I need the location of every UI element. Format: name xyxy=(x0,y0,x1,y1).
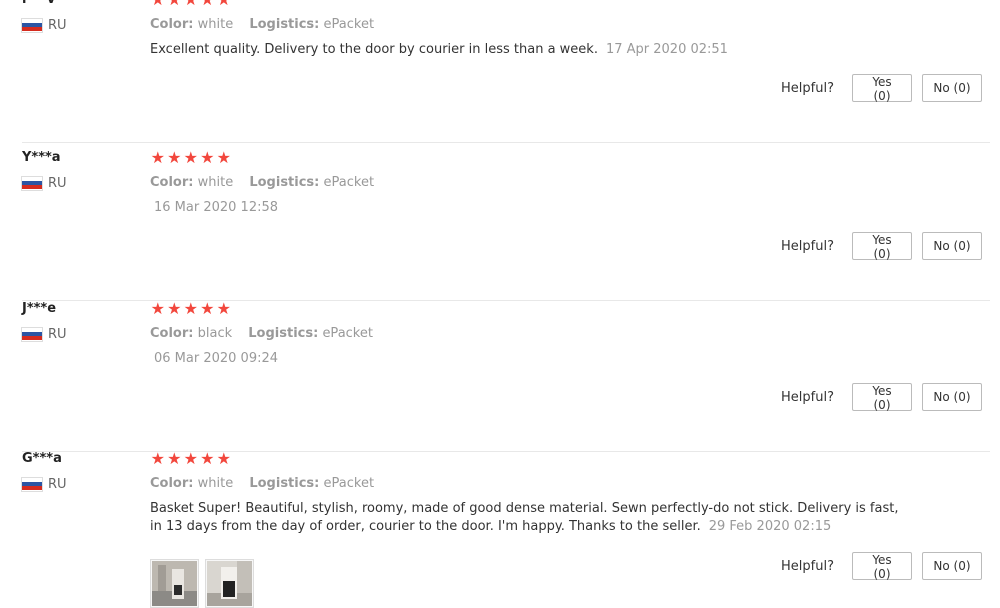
vote-no-button[interactable]: No (0) xyxy=(922,232,982,260)
review-photo-thumbnail[interactable] xyxy=(150,559,199,608)
review-item: G***a RU ★ ★ ★ ★ ★ Color: white Logistics: e… xyxy=(22,451,990,608)
logistics-label: Logistics: xyxy=(249,476,320,491)
review-date: 16 Mar 2020 12:58 xyxy=(154,200,279,215)
color-label: Color: xyxy=(150,326,194,341)
country-code: RU xyxy=(48,175,67,191)
helpful-label: Helpful? xyxy=(781,389,834,405)
review-photo-icon xyxy=(152,561,197,606)
color-value: white xyxy=(197,476,234,491)
ru-flag-icon xyxy=(22,18,42,32)
star-icon: ★ xyxy=(183,0,199,8)
review-photos xyxy=(150,559,254,608)
review-attributes: Color: white Logistics: ePacket xyxy=(150,475,386,493)
star-icon: ★ xyxy=(167,148,182,167)
helpful-vote: Helpful? Yes (0) No (0) xyxy=(781,74,982,103)
vote-yes-button[interactable]: Yes (0) xyxy=(852,383,912,412)
star-rating: ★★★★★ xyxy=(150,451,232,467)
helpful-label: Helpful? xyxy=(781,238,834,254)
vote-no-button[interactable]: No (0) xyxy=(922,552,982,580)
helpful-label: Helpful? xyxy=(781,80,834,96)
color-value: white xyxy=(197,17,234,32)
vote-yes-button[interactable]: Yes (0) xyxy=(852,552,912,581)
country-code: RU xyxy=(48,17,67,33)
logistics-value: ePacket xyxy=(323,175,375,190)
review-text: Excellent quality. Delivery to the door … xyxy=(150,41,900,59)
reviewer-country: RU xyxy=(22,175,67,191)
reviewer-country: RU xyxy=(22,17,67,33)
vote-no-button[interactable]: No (0) xyxy=(922,74,982,102)
review-text: 16 Mar 2020 12:58 xyxy=(150,199,900,217)
reviewer-country: RU xyxy=(22,326,67,342)
star-icon: ★ xyxy=(200,299,215,318)
review-date: 06 Mar 2020 09:24 xyxy=(154,351,279,366)
logistics-label: Logistics: xyxy=(249,175,320,190)
helpful-vote: Helpful? Yes (0) No (0) xyxy=(781,383,982,412)
star-icon: ★ xyxy=(216,449,231,468)
reviewer-name: G***a xyxy=(22,451,62,466)
reviewer-country: RU xyxy=(22,476,67,492)
color-label: Color: xyxy=(150,476,194,491)
star-icon: ★ xyxy=(150,449,165,468)
ru-flag-icon xyxy=(22,477,42,491)
review-attributes: Color: white Logistics: ePacket xyxy=(150,16,386,34)
review-photo-icon xyxy=(207,561,252,606)
vote-no-button[interactable]: No (0) xyxy=(922,383,982,411)
country-code: RU xyxy=(48,476,67,492)
vote-yes-button[interactable]: Yes (0) xyxy=(852,74,912,103)
star-rating: ★★★★★ xyxy=(150,150,232,166)
review-date: 17 Apr 2020 02:51 xyxy=(605,42,728,57)
star-icon: ★ xyxy=(200,449,215,468)
color-value: white xyxy=(197,175,234,190)
helpful-vote: Helpful? Yes (0) No (0) xyxy=(781,232,982,261)
star-icon: ★ xyxy=(167,449,182,468)
reviewer-name: J***e xyxy=(22,301,57,316)
review-text: Basket Super! Beautiful, stylish, roomy,… xyxy=(150,500,900,536)
logistics-label: Logistics: xyxy=(249,17,320,32)
star-icon: ★ xyxy=(216,148,231,167)
star-icon: ★ xyxy=(150,0,166,8)
review-item: Y***a RU ★ ★ ★ ★ ★ Color: white Logistics: e… xyxy=(22,150,990,301)
reviewer-name: l***v xyxy=(22,0,55,8)
logistics-value: ePacket xyxy=(323,476,375,491)
review-text: 06 Mar 2020 09:24 xyxy=(150,350,900,368)
star-icon: ★ xyxy=(216,0,232,8)
review-item: J***e RU ★ ★ ★ ★ ★ Color: black Logistics: e… xyxy=(22,301,990,452)
review-attributes: Color: white Logistics: ePacket xyxy=(150,174,386,192)
star-icon: ★ xyxy=(150,148,165,167)
ru-flag-icon xyxy=(22,176,42,190)
color-label: Color: xyxy=(150,175,194,190)
review-photo-thumbnail[interactable] xyxy=(205,559,254,608)
star-icon: ★ xyxy=(167,299,182,318)
helpful-label: Helpful? xyxy=(781,558,834,574)
review-item: l***v RU ★★★★★ Color: white Logistics: e… xyxy=(22,0,990,143)
helpful-vote: Helpful? Yes (0) No (0) xyxy=(781,552,982,581)
star-icon: ★ xyxy=(183,299,198,318)
star-icon: ★ xyxy=(200,0,216,8)
star-icon: ★ xyxy=(183,148,198,167)
country-code: RU xyxy=(48,326,67,342)
logistics-value: ePacket xyxy=(322,326,373,341)
review-date: 29 Feb 2020 02:15 xyxy=(708,519,832,534)
reviewer-name: Y***a xyxy=(22,150,61,165)
star-rating: ★★★★★ xyxy=(150,301,232,317)
logistics-value: ePacket xyxy=(323,17,375,32)
ru-flag-icon xyxy=(22,327,42,341)
review-content: Excellent quality. Delivery to the door … xyxy=(150,42,598,57)
star-icon: ★ xyxy=(200,148,215,167)
star-rating: ★★★★★ xyxy=(150,0,232,8)
star-icon: ★ xyxy=(183,449,198,468)
logistics-label: Logistics: xyxy=(248,326,319,341)
color-value: black xyxy=(197,326,233,341)
star-icon: ★ xyxy=(150,299,165,318)
review-attributes: Color: black Logistics: ePacket xyxy=(150,325,385,343)
color-label: Color: xyxy=(150,17,194,32)
vote-yes-button[interactable]: Yes (0) xyxy=(852,232,912,261)
star-icon: ★ xyxy=(216,299,231,318)
star-icon: ★ xyxy=(167,0,183,8)
